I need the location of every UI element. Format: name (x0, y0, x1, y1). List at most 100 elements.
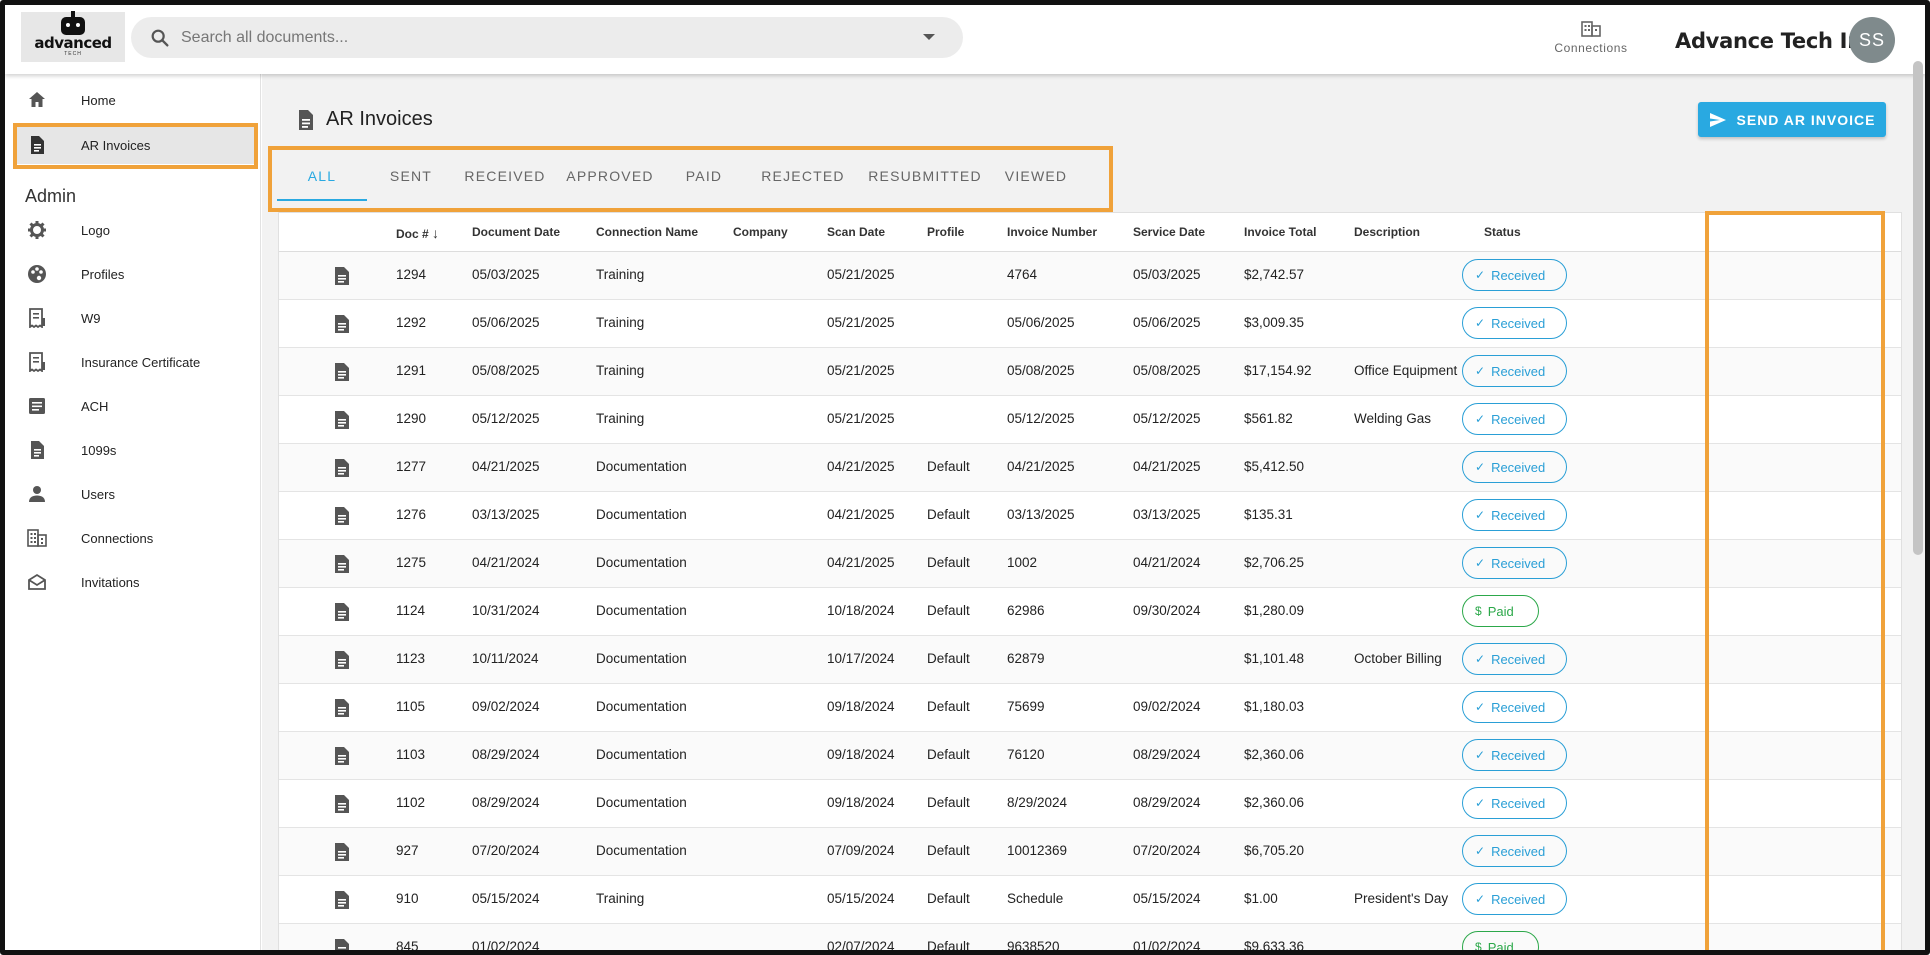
tab-resubmitted[interactable]: RESUBMITTED (863, 151, 987, 201)
send-ar-invoice-button[interactable]: SEND AR INVOICE (1698, 102, 1886, 137)
search-input[interactable] (181, 28, 901, 47)
document-icon[interactable] (334, 362, 350, 382)
sidebar-item-insurance-certificate[interactable]: Insurance Certificate (15, 343, 255, 381)
status-badge[interactable]: ✓ Received (1462, 403, 1567, 435)
status-badge[interactable]: ✓ Received (1462, 547, 1567, 579)
sidebar-item-ach[interactable]: ACH (15, 387, 255, 425)
cell-service-date: 01/02/2024 (1133, 939, 1201, 954)
sidebar-item-1099s[interactable]: 1099s (15, 431, 255, 469)
table-row[interactable]: 910 05/15/2024 Training 05/15/2024 Default Sc… (279, 876, 1901, 924)
page-title: AR Invoices (296, 108, 433, 131)
status-badge[interactable]: ✓ Received (1462, 883, 1567, 915)
column-header-invoice-number[interactable]: Invoice Number (1007, 225, 1097, 239)
cell-connection-name: Documentation (596, 459, 687, 474)
document-icon[interactable] (334, 458, 350, 478)
sidebar-item-logo[interactable]: Logo (15, 211, 255, 249)
column-header-scan-date[interactable]: Scan Date (827, 225, 885, 239)
page-scrollbar[interactable] (1913, 61, 1923, 555)
column-header-doc[interactable]: Doc # ↓ (396, 225, 439, 241)
tab-sent[interactable]: SENT (367, 151, 455, 201)
cell-document-date: 04/21/2024 (472, 555, 540, 570)
table-row[interactable]: 1123 10/11/2024 Documentation 10/17/2024 Def… (279, 636, 1901, 684)
column-header-invoice-total[interactable]: Invoice Total (1244, 225, 1316, 239)
document-icon[interactable] (334, 938, 350, 955)
cell-connection-name: Documentation (596, 651, 687, 666)
table-row[interactable]: 1291 05/08/2025 Training 05/21/2025 05/08/20… (279, 348, 1901, 396)
status-badge[interactable]: ✓ Received (1462, 787, 1567, 819)
status-badge[interactable]: $ Paid (1462, 595, 1539, 627)
table-row[interactable]: 1276 03/13/2025 Documentation 04/21/2025 Def… (279, 492, 1901, 540)
check-icon: ✓ (1475, 364, 1486, 378)
column-header-connection-name[interactable]: Connection Name (596, 225, 698, 239)
document-icon[interactable] (334, 890, 350, 910)
table-row[interactable]: 1277 04/21/2025 Documentation 04/21/2025 Def… (279, 444, 1901, 492)
cell-invoice-number: 04/21/2025 (1007, 459, 1075, 474)
column-header-profile[interactable]: Profile (927, 225, 964, 239)
user-avatar[interactable]: SS (1849, 17, 1895, 63)
sort-arrow-icon: ↓ (432, 225, 440, 241)
column-header-service-date[interactable]: Service Date (1133, 225, 1205, 239)
status-badge[interactable]: ✓ Received (1462, 499, 1567, 531)
table-row[interactable]: 1105 09/02/2024 Documentation 09/18/2024 Def… (279, 684, 1901, 732)
receipt-icon (29, 308, 45, 328)
sidebar-item-invitations[interactable]: Invitations (15, 563, 255, 601)
document-icon[interactable] (334, 746, 350, 766)
document-icon[interactable] (334, 842, 350, 862)
status-badge[interactable]: ✓ Received (1462, 691, 1567, 723)
document-icon[interactable] (334, 794, 350, 814)
table-row[interactable]: 1103 08/29/2024 Documentation 09/18/2024 Def… (279, 732, 1901, 780)
table-row[interactable]: 1124 10/31/2024 Documentation 10/18/2024 Def… (279, 588, 1901, 636)
document-icon[interactable] (334, 314, 350, 334)
document-icon[interactable] (334, 650, 350, 670)
status-badge[interactable]: ✓ Received (1462, 355, 1567, 387)
table-row[interactable]: 927 07/20/2024 Documentation 07/09/2024 Defa… (279, 828, 1901, 876)
cell-invoice-total: $1.00 (1244, 891, 1278, 906)
tab-paid[interactable]: PAID (665, 151, 743, 201)
table-row[interactable]: 1290 05/12/2025 Training 05/21/2025 05/12/20… (279, 396, 1901, 444)
cell-document-date: 05/06/2025 (472, 315, 540, 330)
document-icon[interactable] (334, 698, 350, 718)
cell-invoice-number: 62986 (1007, 603, 1045, 618)
status-badge[interactable]: ✓ Received (1462, 739, 1567, 771)
tab-rejected[interactable]: REJECTED (743, 151, 863, 201)
status-badge[interactable]: ✓ Received (1462, 259, 1567, 291)
document-icon[interactable] (334, 410, 350, 430)
tab-label: RECEIVED (464, 168, 546, 184)
column-header-description[interactable]: Description (1354, 225, 1420, 239)
cell-service-date: 04/21/2025 (1133, 459, 1201, 474)
search-dropdown-icon[interactable] (923, 34, 935, 40)
tab-all[interactable]: ALL (277, 151, 367, 201)
status-badge[interactable]: ✓ Received (1462, 835, 1567, 867)
cell-profile: Default (927, 939, 970, 954)
table-row[interactable]: 1102 08/29/2024 Documentation 09/18/2024 Def… (279, 780, 1901, 828)
status-badge[interactable]: ✓ Received (1462, 307, 1567, 339)
cell-profile: Default (927, 651, 970, 666)
document-icon[interactable] (334, 266, 350, 286)
column-header-status[interactable]: Status (1484, 225, 1521, 239)
sidebar-item-connections[interactable]: Connections (15, 519, 255, 557)
connections-button[interactable]: Connections (1545, 19, 1637, 63)
tab-viewed[interactable]: VIEWED (987, 151, 1085, 201)
column-header-document-date[interactable]: Document Date (472, 225, 560, 239)
status-badge[interactable]: ✓ Received (1462, 451, 1567, 483)
table-row[interactable]: 1275 04/21/2024 Documentation 04/21/2025 Def… (279, 540, 1901, 588)
column-header-company[interactable]: Company (733, 225, 788, 239)
company-logo[interactable]: advanced TECH (21, 11, 125, 62)
tab-approved[interactable]: APPROVED (555, 151, 665, 201)
sidebar-item-home[interactable]: Home (15, 81, 255, 119)
status-badge[interactable]: $ Paid (1462, 931, 1539, 950)
table-row[interactable]: 1292 05/06/2025 Training 05/21/2025 05/06/20… (279, 300, 1901, 348)
sidebar-item-ar-invoices[interactable]: AR Invoices (15, 126, 255, 164)
sidebar-item-profiles[interactable]: Profiles (15, 255, 255, 293)
document-icon[interactable] (334, 506, 350, 526)
table-row[interactable]: 1294 05/03/2025 Training 05/21/2025 4764 05/0… (279, 252, 1901, 300)
tab-received[interactable]: RECEIVED (455, 151, 555, 201)
search-bar[interactable] (131, 17, 963, 58)
table-row[interactable]: 845 01/02/2024 02/07/2024 Default 9638520 01/… (279, 924, 1901, 955)
logo-text: advanced (34, 34, 112, 52)
status-badge[interactable]: ✓ Received (1462, 643, 1567, 675)
sidebar-item-w9[interactable]: W9 (15, 299, 255, 337)
document-icon[interactable] (334, 602, 350, 622)
sidebar-item-users[interactable]: Users (15, 475, 255, 513)
document-icon[interactable] (334, 554, 350, 574)
